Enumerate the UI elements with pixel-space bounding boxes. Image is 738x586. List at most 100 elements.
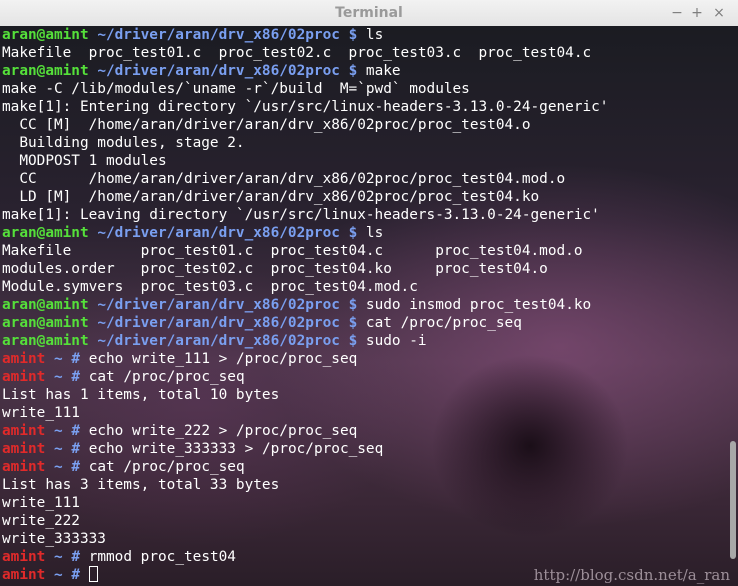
command-text: sudo -i <box>365 333 427 349</box>
text-cursor <box>88 566 98 582</box>
output-line: modules.order proc_test02.c proc_test04.… <box>2 260 608 278</box>
watermark: http://blog.csdn.net/a_ran <box>533 566 730 584</box>
terminal-output[interactable]: aran@amint ~/driver/aran/drv_x86/02proc … <box>0 26 738 586</box>
prompt-line: amint ~ # echo write_333333 > /proc/proc… <box>2 440 608 458</box>
window-title: Terminal <box>335 5 403 21</box>
prompt-symbol: # <box>71 459 81 475</box>
prompt-line: amint ~ # cat /proc/proc_seq <box>2 368 608 386</box>
output-text: CC /home/aran/driver/aran/drv_x86/02proc… <box>2 171 566 187</box>
command-text: make <box>365 63 401 79</box>
output-text: LD [M] /home/aran/driver/aran/drv_x86/02… <box>2 189 540 205</box>
prompt-path: ~ <box>54 459 63 475</box>
output-text: make[1]: Leaving directory `/usr/src/lin… <box>2 207 600 223</box>
vertical-scrollbar[interactable] <box>728 26 738 586</box>
minimize-button[interactable]: − <box>668 4 686 22</box>
prompt-path: ~ <box>54 423 63 439</box>
prompt-path: ~ <box>54 369 63 385</box>
prompt-path: ~/driver/aran/drv_x86/02proc <box>97 297 340 313</box>
prompt-line: amint ~ # echo write_111 > /proc/proc_se… <box>2 350 608 368</box>
prompt-user-host: aran@amint <box>2 333 89 349</box>
output-line: write_111 <box>2 494 608 512</box>
prompt-line: amint ~ # echo write_222 > /proc/proc_se… <box>2 422 608 440</box>
output-text: Makefile proc_test01.c proc_test02.c pro… <box>2 45 592 61</box>
prompt-path: ~/driver/aran/drv_x86/02proc <box>97 27 340 43</box>
prompt-user-host: aran@amint <box>2 225 89 241</box>
prompt-symbol: $ <box>348 63 358 79</box>
prompt-line: aran@amint ~/driver/aran/drv_x86/02proc … <box>2 332 608 350</box>
prompt-line: aran@amint ~/driver/aran/drv_x86/02proc … <box>2 296 608 314</box>
title-bar[interactable]: Terminal − + × <box>0 0 738 27</box>
prompt-user-host: amint <box>2 441 46 457</box>
prompt-path: ~ <box>54 549 63 565</box>
command-text: rmmod proc_test04 <box>88 549 236 565</box>
output-line: make[1]: Entering directory `/usr/src/li… <box>2 98 608 116</box>
output-line: LD [M] /home/aran/driver/aran/drv_x86/02… <box>2 188 608 206</box>
output-line: List has 1 items, total 10 bytes <box>2 386 608 404</box>
prompt-user-host: amint <box>2 369 46 385</box>
prompt-line: amint ~ # rmmod proc_test04 <box>2 548 608 566</box>
prompt-line: amint ~ # cat /proc/proc_seq <box>2 458 608 476</box>
prompt-user-host: amint <box>2 351 46 367</box>
prompt-user-host: aran@amint <box>2 63 89 79</box>
command-text: echo write_111 > /proc/proc_seq <box>88 351 358 367</box>
prompt-user-host: amint <box>2 549 46 565</box>
prompt-path: ~/driver/aran/drv_x86/02proc <box>97 63 340 79</box>
prompt-path: ~/driver/aran/drv_x86/02proc <box>97 315 340 331</box>
prompt-symbol: # <box>71 567 81 583</box>
prompt-user-host: aran@amint <box>2 297 89 313</box>
output-line: Makefile proc_test01.c proc_test02.c pro… <box>2 44 608 62</box>
close-button[interactable]: × <box>710 4 728 22</box>
output-text: List has 3 items, total 33 bytes <box>2 477 280 493</box>
prompt-symbol: $ <box>348 27 358 43</box>
output-text: Building modules, stage 2. <box>2 135 245 151</box>
prompt-user-host: aran@amint <box>2 27 89 43</box>
prompt-symbol: # <box>71 351 81 367</box>
command-text: echo write_222 > /proc/proc_seq <box>88 423 358 439</box>
prompt-symbol: $ <box>348 225 358 241</box>
output-text: make -C /lib/modules/`uname -r`/build M=… <box>2 81 470 97</box>
prompt-symbol: # <box>71 549 81 565</box>
output-line: CC /home/aran/driver/aran/drv_x86/02proc… <box>2 170 608 188</box>
output-line: write_111 <box>2 404 608 422</box>
output-text: write_111 <box>2 495 80 511</box>
prompt-path: ~ <box>54 351 63 367</box>
prompt-line: aran@amint ~/driver/aran/drv_x86/02proc … <box>2 224 608 242</box>
prompt-symbol: $ <box>348 297 358 313</box>
prompt-symbol: # <box>71 369 81 385</box>
output-line: write_222 <box>2 512 608 530</box>
command-text: cat /proc/proc_seq <box>365 315 522 331</box>
output-line: Building modules, stage 2. <box>2 134 608 152</box>
output-text: make[1]: Entering directory `/usr/src/li… <box>2 99 609 115</box>
terminal-window: Terminal − + × aran@amint ~/driver/aran/… <box>0 0 738 586</box>
output-text: write_111 <box>2 405 80 421</box>
prompt-line: amint ~ # <box>2 566 608 584</box>
command-text: cat /proc/proc_seq <box>88 459 245 475</box>
terminal-lines: aran@amint ~/driver/aran/drv_x86/02proc … <box>2 26 608 584</box>
prompt-path: ~ <box>54 567 63 583</box>
prompt-symbol: # <box>71 423 81 439</box>
command-text: cat /proc/proc_seq <box>88 369 245 385</box>
prompt-line: aran@amint ~/driver/aran/drv_x86/02proc … <box>2 26 608 44</box>
command-text: ls <box>365 27 384 43</box>
output-line: MODPOST 1 modules <box>2 152 608 170</box>
output-text: CC [M] /home/aran/driver/aran/drv_x86/02… <box>2 117 531 133</box>
output-text: modules.order proc_test02.c proc_test04.… <box>2 261 548 277</box>
output-line: List has 3 items, total 33 bytes <box>2 476 608 494</box>
scrollbar-thumb[interactable] <box>730 441 736 559</box>
prompt-user-host: amint <box>2 423 46 439</box>
prompt-path: ~/driver/aran/drv_x86/02proc <box>97 333 340 349</box>
maximize-button[interactable]: + <box>688 4 706 22</box>
output-line: make[1]: Leaving directory `/usr/src/lin… <box>2 206 608 224</box>
output-text: Module.symvers proc_test03.c proc_test04… <box>2 279 418 295</box>
command-text: ls <box>365 225 384 241</box>
prompt-user-host: amint <box>2 459 46 475</box>
prompt-user-host: amint <box>2 567 46 583</box>
prompt-path: ~ <box>54 441 63 457</box>
prompt-path: ~/driver/aran/drv_x86/02proc <box>97 225 340 241</box>
output-text: Makefile proc_test01.c proc_test04.c pro… <box>2 243 583 259</box>
output-line: Module.symvers proc_test03.c proc_test04… <box>2 278 608 296</box>
output-text: write_333333 <box>2 531 106 547</box>
prompt-symbol: $ <box>348 315 358 331</box>
command-text: echo write_333333 > /proc/proc_seq <box>88 441 384 457</box>
prompt-line: aran@amint ~/driver/aran/drv_x86/02proc … <box>2 314 608 332</box>
